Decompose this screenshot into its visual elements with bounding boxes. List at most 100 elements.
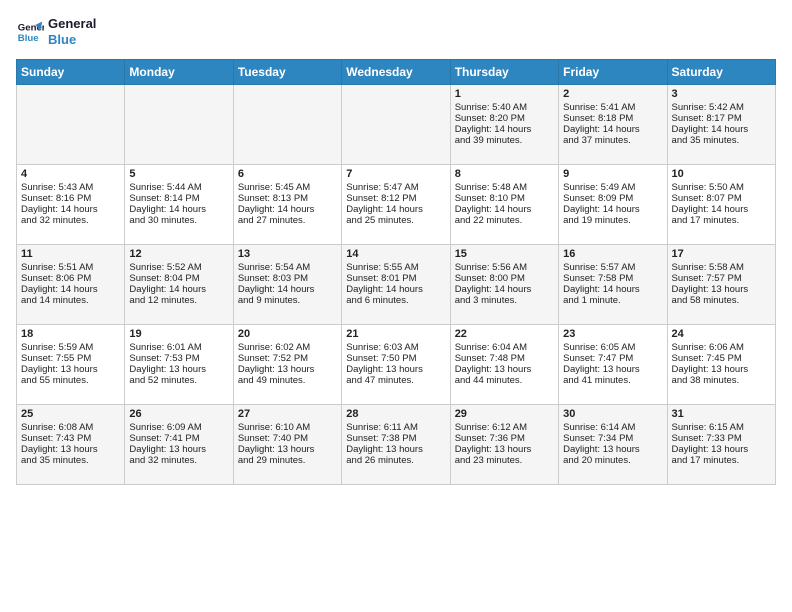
cell-content-line: Sunrise: 6:10 AM bbox=[238, 422, 337, 433]
cell-content-line: and 30 minutes. bbox=[129, 215, 228, 226]
cell-content-line: and 49 minutes. bbox=[238, 375, 337, 386]
day-number: 28 bbox=[346, 408, 445, 420]
cell-content-line: Daylight: 14 hours bbox=[563, 284, 662, 295]
cell-content-line: Sunset: 8:20 PM bbox=[455, 113, 554, 124]
cell-content-line: Sunrise: 5:52 AM bbox=[129, 262, 228, 273]
calendar-week-row: 11Sunrise: 5:51 AMSunset: 8:06 PMDayligh… bbox=[17, 245, 776, 325]
day-number: 7 bbox=[346, 168, 445, 180]
day-number: 17 bbox=[672, 248, 771, 260]
calendar-cell: 31Sunrise: 6:15 AMSunset: 7:33 PMDayligh… bbox=[667, 405, 775, 485]
calendar-cell: 2Sunrise: 5:41 AMSunset: 8:18 PMDaylight… bbox=[559, 85, 667, 165]
calendar-cell: 17Sunrise: 5:58 AMSunset: 7:57 PMDayligh… bbox=[667, 245, 775, 325]
day-number: 27 bbox=[238, 408, 337, 420]
header-cell-saturday: Saturday bbox=[667, 60, 775, 85]
cell-content-line: Daylight: 13 hours bbox=[238, 364, 337, 375]
cell-content-line: and 9 minutes. bbox=[238, 295, 337, 306]
cell-content-line: and 17 minutes. bbox=[672, 455, 771, 466]
cell-content-line: Daylight: 13 hours bbox=[346, 444, 445, 455]
cell-content-line: Daylight: 14 hours bbox=[455, 284, 554, 295]
calendar-cell: 12Sunrise: 5:52 AMSunset: 8:04 PMDayligh… bbox=[125, 245, 233, 325]
day-number: 10 bbox=[672, 168, 771, 180]
calendar-cell: 26Sunrise: 6:09 AMSunset: 7:41 PMDayligh… bbox=[125, 405, 233, 485]
cell-content-line: Sunset: 8:06 PM bbox=[21, 273, 120, 284]
cell-content-line: and 19 minutes. bbox=[563, 215, 662, 226]
cell-content-line: Sunrise: 5:45 AM bbox=[238, 182, 337, 193]
cell-content-line: Sunset: 7:52 PM bbox=[238, 353, 337, 364]
calendar-cell: 21Sunrise: 6:03 AMSunset: 7:50 PMDayligh… bbox=[342, 325, 450, 405]
day-number: 29 bbox=[455, 408, 554, 420]
cell-content-line: Sunset: 7:53 PM bbox=[129, 353, 228, 364]
cell-content-line: Sunset: 8:17 PM bbox=[672, 113, 771, 124]
cell-content-line: Daylight: 13 hours bbox=[129, 364, 228, 375]
cell-content-line: and 26 minutes. bbox=[346, 455, 445, 466]
calendar-cell: 3Sunrise: 5:42 AMSunset: 8:17 PMDaylight… bbox=[667, 85, 775, 165]
cell-content-line: and 12 minutes. bbox=[129, 295, 228, 306]
day-number: 19 bbox=[129, 328, 228, 340]
cell-content-line: Sunrise: 5:56 AM bbox=[455, 262, 554, 273]
cell-content-line: Sunrise: 5:41 AM bbox=[563, 102, 662, 113]
day-number: 25 bbox=[21, 408, 120, 420]
cell-content-line: Sunrise: 5:50 AM bbox=[672, 182, 771, 193]
cell-content-line: and 58 minutes. bbox=[672, 295, 771, 306]
day-number: 30 bbox=[563, 408, 662, 420]
calendar-cell bbox=[17, 85, 125, 165]
cell-content-line: Daylight: 14 hours bbox=[455, 124, 554, 135]
day-number: 12 bbox=[129, 248, 228, 260]
cell-content-line: Daylight: 14 hours bbox=[346, 284, 445, 295]
cell-content-line: and 29 minutes. bbox=[238, 455, 337, 466]
cell-content-line: Daylight: 13 hours bbox=[129, 444, 228, 455]
cell-content-line: Daylight: 14 hours bbox=[129, 204, 228, 215]
cell-content-line: Sunrise: 6:14 AM bbox=[563, 422, 662, 433]
cell-content-line: Sunset: 8:14 PM bbox=[129, 193, 228, 204]
cell-content-line: Sunrise: 6:06 AM bbox=[672, 342, 771, 353]
cell-content-line: Sunset: 8:12 PM bbox=[346, 193, 445, 204]
day-number: 23 bbox=[563, 328, 662, 340]
calendar-cell: 25Sunrise: 6:08 AMSunset: 7:43 PMDayligh… bbox=[17, 405, 125, 485]
cell-content-line: and 32 minutes. bbox=[21, 215, 120, 226]
cell-content-line: Sunrise: 5:55 AM bbox=[346, 262, 445, 273]
page-header: General Blue General Blue bbox=[16, 16, 776, 47]
cell-content-line: and 52 minutes. bbox=[129, 375, 228, 386]
calendar-table: SundayMondayTuesdayWednesdayThursdayFrid… bbox=[16, 59, 776, 485]
cell-content-line: Sunset: 7:50 PM bbox=[346, 353, 445, 364]
cell-content-line: Sunset: 7:55 PM bbox=[21, 353, 120, 364]
calendar-cell bbox=[233, 85, 341, 165]
calendar-cell: 13Sunrise: 5:54 AMSunset: 8:03 PMDayligh… bbox=[233, 245, 341, 325]
cell-content-line: and 32 minutes. bbox=[129, 455, 228, 466]
cell-content-line: and 3 minutes. bbox=[455, 295, 554, 306]
calendar-cell: 4Sunrise: 5:43 AMSunset: 8:16 PMDaylight… bbox=[17, 165, 125, 245]
cell-content-line: Daylight: 14 hours bbox=[672, 204, 771, 215]
cell-content-line: Sunset: 7:43 PM bbox=[21, 433, 120, 444]
calendar-cell: 1Sunrise: 5:40 AMSunset: 8:20 PMDaylight… bbox=[450, 85, 558, 165]
day-number: 9 bbox=[563, 168, 662, 180]
cell-content-line: Daylight: 14 hours bbox=[238, 284, 337, 295]
cell-content-line: Sunset: 8:16 PM bbox=[21, 193, 120, 204]
logo-icon: General Blue bbox=[16, 18, 44, 46]
calendar-cell: 8Sunrise: 5:48 AMSunset: 8:10 PMDaylight… bbox=[450, 165, 558, 245]
cell-content-line: Sunrise: 5:44 AM bbox=[129, 182, 228, 193]
calendar-cell: 23Sunrise: 6:05 AMSunset: 7:47 PMDayligh… bbox=[559, 325, 667, 405]
cell-content-line: Sunset: 7:57 PM bbox=[672, 273, 771, 284]
calendar-cell: 22Sunrise: 6:04 AMSunset: 7:48 PMDayligh… bbox=[450, 325, 558, 405]
calendar-week-row: 4Sunrise: 5:43 AMSunset: 8:16 PMDaylight… bbox=[17, 165, 776, 245]
calendar-cell: 15Sunrise: 5:56 AMSunset: 8:00 PMDayligh… bbox=[450, 245, 558, 325]
day-number: 24 bbox=[672, 328, 771, 340]
day-number: 13 bbox=[238, 248, 337, 260]
cell-content-line: Daylight: 13 hours bbox=[563, 364, 662, 375]
cell-content-line: Daylight: 14 hours bbox=[238, 204, 337, 215]
cell-content-line: Sunrise: 5:47 AM bbox=[346, 182, 445, 193]
cell-content-line: and 37 minutes. bbox=[563, 135, 662, 146]
cell-content-line: and 14 minutes. bbox=[21, 295, 120, 306]
cell-content-line: Sunrise: 6:08 AM bbox=[21, 422, 120, 433]
cell-content-line: Daylight: 13 hours bbox=[455, 364, 554, 375]
day-number: 15 bbox=[455, 248, 554, 260]
cell-content-line: and 27 minutes. bbox=[238, 215, 337, 226]
cell-content-line: Sunrise: 5:42 AM bbox=[672, 102, 771, 113]
cell-content-line: and 44 minutes. bbox=[455, 375, 554, 386]
day-number: 4 bbox=[21, 168, 120, 180]
cell-content-line: and 17 minutes. bbox=[672, 215, 771, 226]
cell-content-line: Sunset: 8:03 PM bbox=[238, 273, 337, 284]
cell-content-line: Sunset: 7:33 PM bbox=[672, 433, 771, 444]
cell-content-line: Sunset: 8:09 PM bbox=[563, 193, 662, 204]
cell-content-line: and 20 minutes. bbox=[563, 455, 662, 466]
